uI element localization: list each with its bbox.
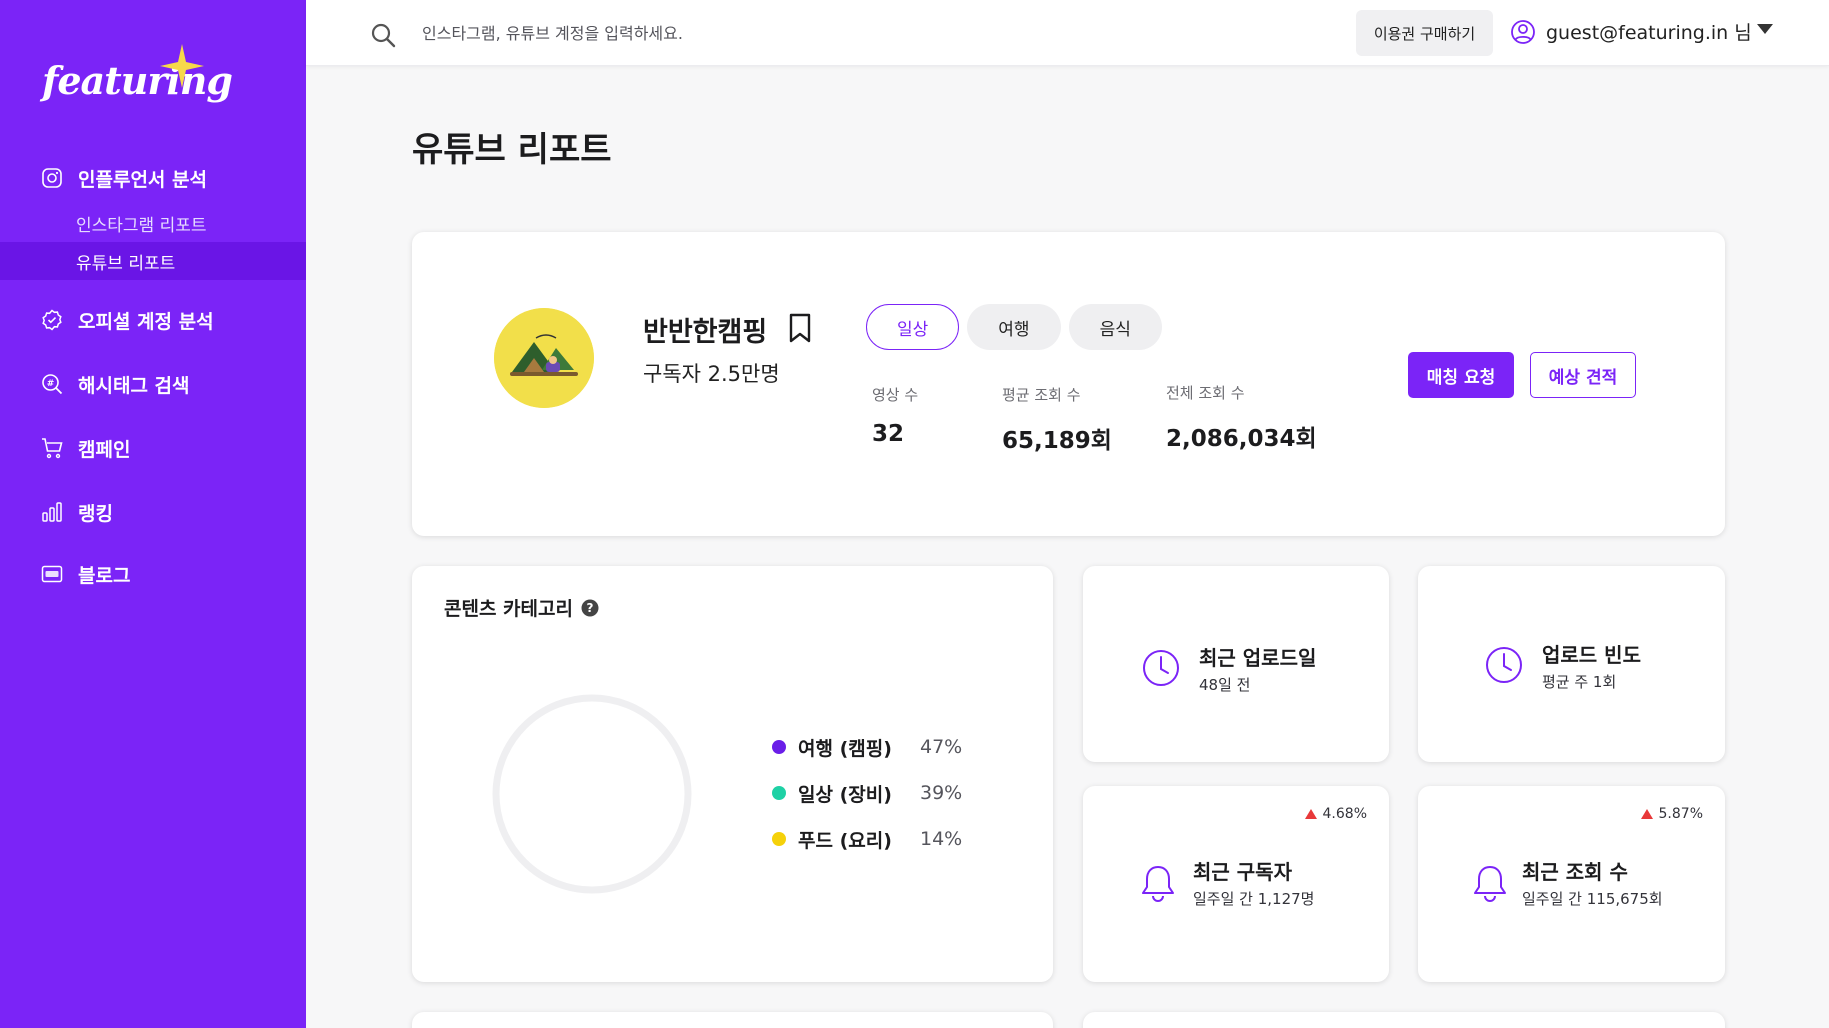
sidebar-nav: 인플루언서 분석 인스타그램 리포트 유튜브 리포트 오피셜 계정 분석 # 해… [0,156,306,596]
cart-icon [40,436,64,460]
bottom-card-right [1083,1012,1725,1028]
legend-row: 푸드 (요리) 14% [772,816,962,862]
recent-subscribers-card: 4.68% 최근 구독자 일주일 간 1,127명 [1083,786,1389,982]
sidebar-item-ranking[interactable]: 랭킹 [0,490,306,534]
stat-value: 32 [872,421,905,447]
chevron-down-icon[interactable] [1756,22,1774,36]
bookmark-icon[interactable] [786,312,814,344]
user-email[interactable]: guest@featuring.in 님 [1546,18,1752,45]
sidebar-item-label: 오피셜 계정 분석 [78,310,214,333]
clock-icon [1486,647,1522,683]
legend-label: 여행 (캠핑) [798,737,892,760]
sidebar-item-hashtag-search[interactable]: # 해시태그 검색 [0,362,306,406]
channel-name: 반반한캠핑 [643,317,768,348]
trend-value: 5.87% [1658,806,1703,822]
stat-avg-views: 평균 조회 수 65,189회 [1002,384,1112,455]
legend-dot [772,740,786,754]
stat-label: 전체 조회 수 [1166,384,1245,402]
legend-percent: 14% [920,828,963,850]
profile-card: 반반한캠핑 구독자 2.5만명 일상 여행 음식 영상 수 32 평균 조회 수… [412,232,1725,536]
metric-title: 업로드 빈도 [1542,643,1641,667]
sparkle-icon [160,44,204,88]
help-icon[interactable]: ? [581,599,599,617]
subscriber-count: 구독자 2.5만명 [643,362,780,386]
content-category-title: 콘텐츠 카테고리 ? [444,594,599,621]
clock-icon [1143,650,1179,686]
upload-frequency-card: 업로드 빈도 평균 주 1회 [1418,566,1725,762]
category-tags: 일상 여행 음식 [866,304,1162,350]
tag-daily[interactable]: 일상 [866,304,960,350]
sidebar-item-label: 블로그 [78,564,131,587]
legend-dot [772,786,786,800]
search-icon[interactable] [370,22,396,48]
stat-label: 영상 수 [872,386,919,404]
triangle-up-icon [1640,809,1653,819]
tag-food[interactable]: 음식 [1068,304,1162,350]
stat-value: 65,189회 [1002,428,1112,454]
trend-value: 4.68% [1322,806,1367,822]
sidebar: featuring 인플루언서 분석 인스타그램 리포트 유튜브 리포트 오피셜… [0,0,306,1028]
metric-title: 최근 구독자 [1193,860,1292,884]
sidebar-item-label: 캠페인 [78,438,131,461]
sidebar-item-label: 해시태그 검색 [78,374,190,397]
legend-row: 여행 (캠핑) 47% [772,724,962,770]
buy-pass-button[interactable]: 이용권 구매하기 [1356,10,1493,56]
featuring-logo[interactable]: featuring [42,44,233,116]
category-donut [492,694,692,894]
hashtag-search-icon: # [40,372,64,396]
sidebar-sub-youtube-report[interactable]: 유튜브 리포트 [0,242,306,280]
avatar [494,308,594,408]
match-request-button[interactable]: 매칭 요청 [1408,352,1514,398]
sidebar-item-label: 인플루언서 분석 [78,168,207,191]
sidebar-item-campaign[interactable]: 캠페인 [0,426,306,470]
camping-logo-image [494,308,594,408]
legend-percent: 47% [920,736,963,758]
trend-indicator: 5.87% [1640,806,1703,822]
sidebar-sub-instagram-report[interactable]: 인스타그램 리포트 [0,204,306,242]
metric-title: 최근 조회 수 [1522,860,1628,884]
recent-views-card: 5.87% 최근 조회 수 일주일 간 115,675회 [1418,786,1725,982]
stat-label: 평균 조회 수 [1002,386,1081,404]
bell-icon [1474,866,1506,902]
svg-text:?: ? [587,601,594,615]
metric-sub: 평균 주 1회 [1542,673,1617,691]
stat-value: 2,086,034회 [1166,426,1317,452]
svg-text:#: # [47,379,55,389]
legend-dot [772,832,786,846]
content-category-label: 콘텐츠 카테고리 [444,598,573,620]
tag-travel[interactable]: 여행 [967,304,1061,350]
stat-total-views: 전체 조회 수 2,086,034회 [1166,382,1317,453]
metric-sub: 일주일 간 1,127명 [1193,890,1315,908]
bar-chart-icon [40,500,64,524]
sidebar-item-official-account[interactable]: 오피셜 계정 분석 [0,298,306,342]
legend-label: 일상 (장비) [798,783,892,806]
metric-title: 최근 업로드일 [1199,646,1317,670]
bell-icon [1142,866,1174,902]
sidebar-item-label: 랭킹 [78,502,113,525]
category-legend: 여행 (캠핑) 47% 일상 (장비) 39% 푸드 (요리) 14% [772,724,962,862]
instagram-icon [40,166,64,190]
sidebar-item-blog[interactable]: 블로그 [0,552,306,596]
sidebar-item-influencer-analysis[interactable]: 인플루언서 분석 [0,156,306,200]
user-icon[interactable] [1509,18,1537,46]
blog-icon [40,562,64,586]
verified-badge-icon [40,308,64,332]
top-bar: 이용권 구매하기 guest@featuring.in 님 [306,0,1829,66]
trend-indicator: 4.68% [1304,806,1367,822]
legend-label: 푸드 (요리) [798,829,892,852]
legend-percent: 39% [920,782,963,804]
legend-row: 일상 (장비) 39% [772,770,962,816]
estimate-quote-button[interactable]: 예상 견적 [1530,352,1636,398]
metric-sub: 48일 전 [1199,676,1251,694]
search-input[interactable] [422,16,982,50]
stat-video-count: 영상 수 32 [872,384,918,447]
metric-sub: 일주일 간 115,675회 [1522,890,1663,908]
bottom-card-left [412,1012,1053,1028]
page-title: 유튜브 리포트 [412,130,612,170]
recent-upload-card: 최근 업로드일 48일 전 [1083,566,1389,762]
content-category-card: 콘텐츠 카테고리 ? 여행 (캠핑) 47% 일상 (장비) 39% 푸드 (요… [412,566,1053,982]
triangle-up-icon [1304,809,1317,819]
